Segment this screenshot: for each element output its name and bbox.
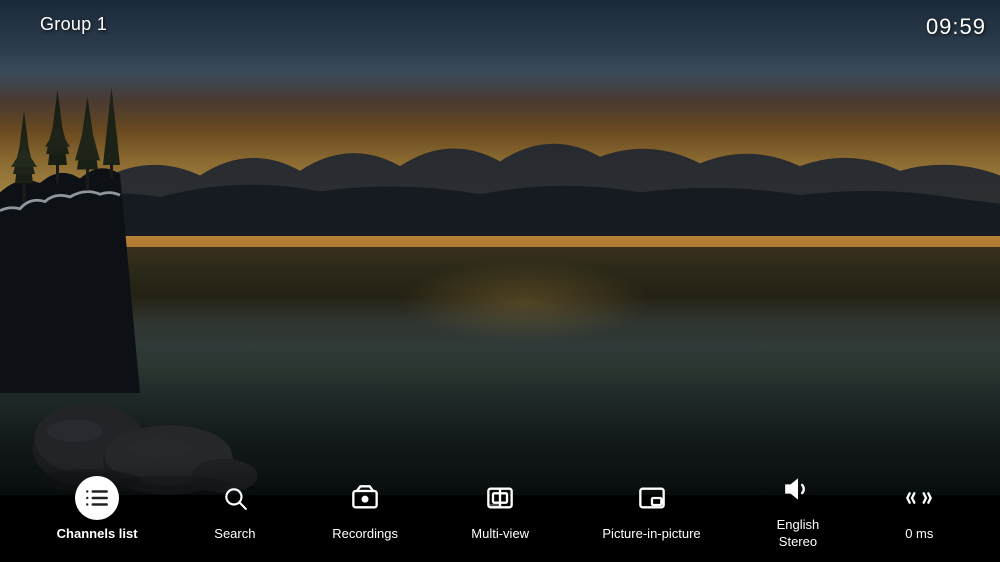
recordings-button[interactable]: Recordings (316, 468, 414, 551)
bottom-toolbar: Channels list Search Recordings (0, 456, 1000, 562)
latency-label: 0 ms (905, 526, 933, 543)
audio-icon-wrapper (776, 467, 820, 511)
recording-icon (351, 484, 379, 512)
multiview-label: Multi-view (471, 526, 529, 543)
search-icon-wrapper (213, 476, 257, 520)
audio-icon (784, 475, 812, 503)
pip-icon (638, 484, 666, 512)
pip-icon-wrapper (630, 476, 674, 520)
multiview-icon (486, 484, 514, 512)
audio-track-label: EnglishStereo (777, 517, 820, 551)
search-label: Search (214, 526, 255, 543)
latency-button[interactable]: 0 ms (879, 468, 959, 551)
recordings-label: Recordings (332, 526, 398, 543)
latency-icon (905, 484, 933, 512)
pip-button[interactable]: Picture-in-picture (586, 468, 716, 551)
list-icon (84, 485, 110, 511)
search-button[interactable]: Search (195, 468, 275, 551)
recordings-icon-wrapper (343, 476, 387, 520)
multiview-button[interactable]: Multi-view (455, 468, 545, 551)
channels-list-icon-wrapper (75, 476, 119, 520)
multiview-icon-wrapper (478, 476, 522, 520)
latency-icon-wrapper (897, 476, 941, 520)
channels-list-label: Channels list (57, 526, 138, 543)
audio-track-button[interactable]: EnglishStereo (758, 459, 838, 559)
pip-label: Picture-in-picture (602, 526, 700, 543)
search-icon (222, 485, 248, 511)
channels-list-button[interactable]: Channels list (41, 468, 154, 551)
